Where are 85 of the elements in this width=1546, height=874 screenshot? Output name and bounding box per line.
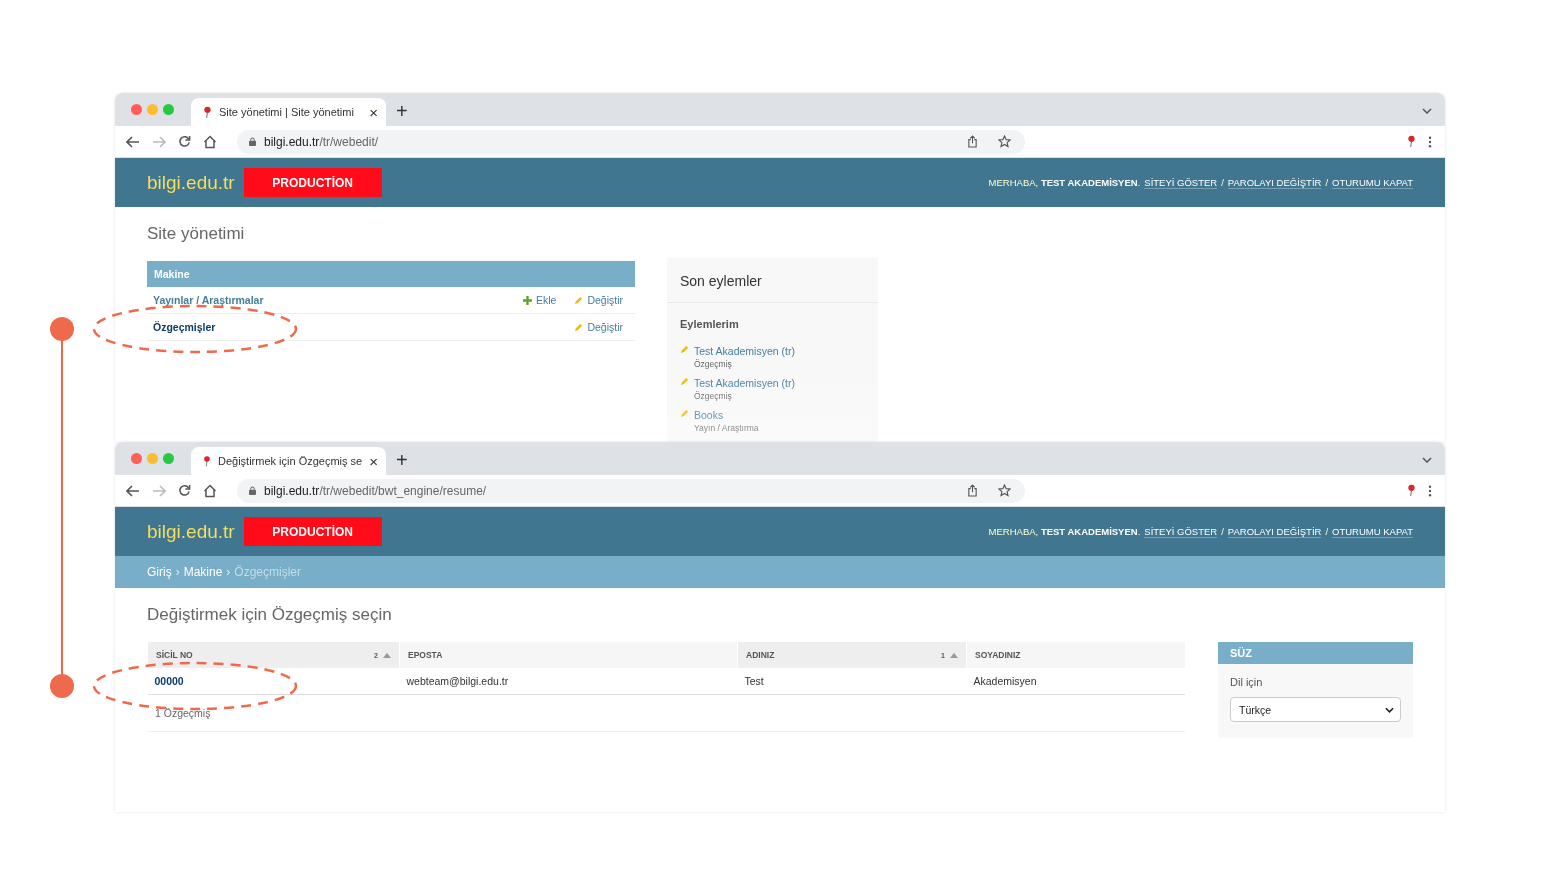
menu-icon[interactable] — [1428, 484, 1432, 497]
menu-icon[interactable] — [1428, 135, 1432, 148]
share-icon[interactable] — [967, 484, 978, 497]
language-select[interactable]: Türkçe — [1230, 697, 1401, 722]
share-icon[interactable] — [967, 135, 978, 148]
model-link[interactable]: Yayınlar / Araştırmalar — [153, 294, 264, 306]
environment-badge: PRODUCTİON — [243, 168, 382, 197]
url-text: bilgi.edu.tr/tr/webedit/ — [264, 134, 379, 149]
pencil-icon — [574, 322, 584, 332]
panel-subtitle: Eylemlerim — [679, 317, 740, 332]
change-link[interactable]: Değiştir — [574, 321, 623, 333]
site-name[interactable]: bilgi.edu.tr — [147, 520, 235, 543]
separator: / — [1325, 525, 1329, 538]
home-icon[interactable] — [203, 483, 217, 498]
reload-icon[interactable] — [178, 135, 191, 148]
column-header[interactable]: EPOSTA — [399, 642, 738, 668]
marker-dot — [50, 674, 74, 698]
module-caption: Makine — [147, 261, 635, 287]
separator: / — [1221, 525, 1224, 538]
site-name[interactable]: bilgi.edu.tr — [147, 171, 235, 194]
user-link[interactable]: PAROLAYI DEĞİŞTİR — [1227, 176, 1322, 189]
column-header[interactable]: SOYADINIZ — [966, 642, 1185, 668]
address-bar[interactable]: bilgi.edu.tr/tr/webedit/ — [237, 129, 1025, 154]
breadcrumb-separator: › — [226, 565, 231, 579]
recent-action-link[interactable]: Test Akademisyen (tr) — [694, 345, 795, 357]
tab-title: Site yönetimi | Site yönetimi — [219, 106, 355, 118]
environment-badge: PRODUCTİON — [243, 517, 382, 546]
greeting-text: MERHABA, TEST AKADEMİSYEN. — [988, 525, 1141, 538]
marker-dot — [50, 317, 74, 341]
breadcrumb-separator: › — [175, 565, 180, 579]
chevron-down-icon — [1385, 706, 1394, 713]
separator: / — [1221, 176, 1224, 189]
table-cell: Akademisyen — [973, 675, 1037, 687]
home-icon[interactable] — [203, 134, 217, 149]
star-icon[interactable] — [998, 484, 1011, 497]
reload-icon[interactable] — [178, 484, 191, 497]
record-link[interactable]: 00000 — [154, 675, 184, 687]
separator: / — [1325, 176, 1329, 189]
url-text: bilgi.edu.tr/tr/webedit/bwt_engine/resume/ — [264, 483, 487, 498]
recent-action-link[interactable]: Test Akademisyen (tr) — [694, 377, 795, 389]
filter-label: Dil için — [1229, 675, 1264, 690]
object-type: Özgeçmiş — [694, 359, 733, 369]
result-count: 1 Özgeçmiş — [155, 707, 211, 719]
close-tab-button[interactable]: × — [369, 103, 378, 121]
star-icon[interactable] — [998, 135, 1011, 148]
model-link[interactable]: Özgeçmişler — [153, 321, 216, 333]
page-title: Site yönetimi — [147, 224, 246, 244]
user-link[interactable]: SİTEYİ GÖSTER — [1144, 176, 1218, 189]
page-title: Değiştirmek için Özgeçmiş seçin — [147, 605, 393, 625]
tab-title: Değiştirmek için Özgeçmiş se — [217, 455, 363, 467]
new-tab-button[interactable]: + — [396, 101, 408, 121]
object-type: Özgeçmiş — [694, 391, 733, 401]
address-bar[interactable]: bilgi.edu.tr/tr/webedit/bwt_engine/resume/ — [237, 478, 1025, 503]
add-link[interactable]: Ekle — [522, 294, 557, 306]
pencil-icon — [680, 409, 689, 418]
user-link[interactable]: OTURUMU KAPAT — [1332, 525, 1413, 538]
user-link[interactable]: PAROLAYI DEĞİŞTİR — [1227, 525, 1322, 538]
panel-title: Son eylemler — [667, 258, 878, 303]
user-link[interactable]: SİTEYİ GÖSTER — [1144, 525, 1218, 538]
greeting-text: MERHABA, TEST AKADEMİSYEN. — [988, 176, 1141, 189]
filter-title: SÜZ — [1218, 642, 1413, 664]
plus-icon — [522, 295, 532, 305]
pin-icon[interactable] — [1407, 484, 1416, 497]
pencil-icon — [574, 295, 584, 305]
user-link[interactable]: OTURUMU KAPAT — [1332, 176, 1413, 189]
close-tab-button[interactable]: × — [369, 452, 378, 470]
change-link[interactable]: Değiştir — [574, 294, 623, 306]
back-icon[interactable] — [126, 484, 140, 497]
back-icon[interactable] — [126, 135, 140, 148]
browser-tab[interactable]: Değiştirmek için Özgeçmiş se × — [191, 447, 386, 475]
chevron-down-icon[interactable] — [1422, 457, 1432, 463]
pin-icon — [203, 454, 211, 468]
new-tab-button[interactable]: + — [396, 450, 408, 470]
pin-icon — [203, 105, 212, 119]
chevron-down-icon[interactable] — [1422, 108, 1432, 114]
table-cell: Test — [744, 675, 764, 687]
lock-icon — [249, 137, 256, 146]
pin-icon[interactable] — [1407, 135, 1416, 148]
table-cell: webteam@bilgi.edu.tr — [406, 675, 509, 687]
pencil-icon — [680, 345, 689, 354]
object-type: Yayın / Araştırma — [694, 423, 759, 433]
recent-action-link[interactable]: Books — [694, 409, 759, 421]
pencil-icon — [680, 377, 689, 386]
browser-tab[interactable]: Site yönetimi | Site yönetimi × — [191, 98, 386, 126]
lock-icon — [249, 486, 256, 495]
